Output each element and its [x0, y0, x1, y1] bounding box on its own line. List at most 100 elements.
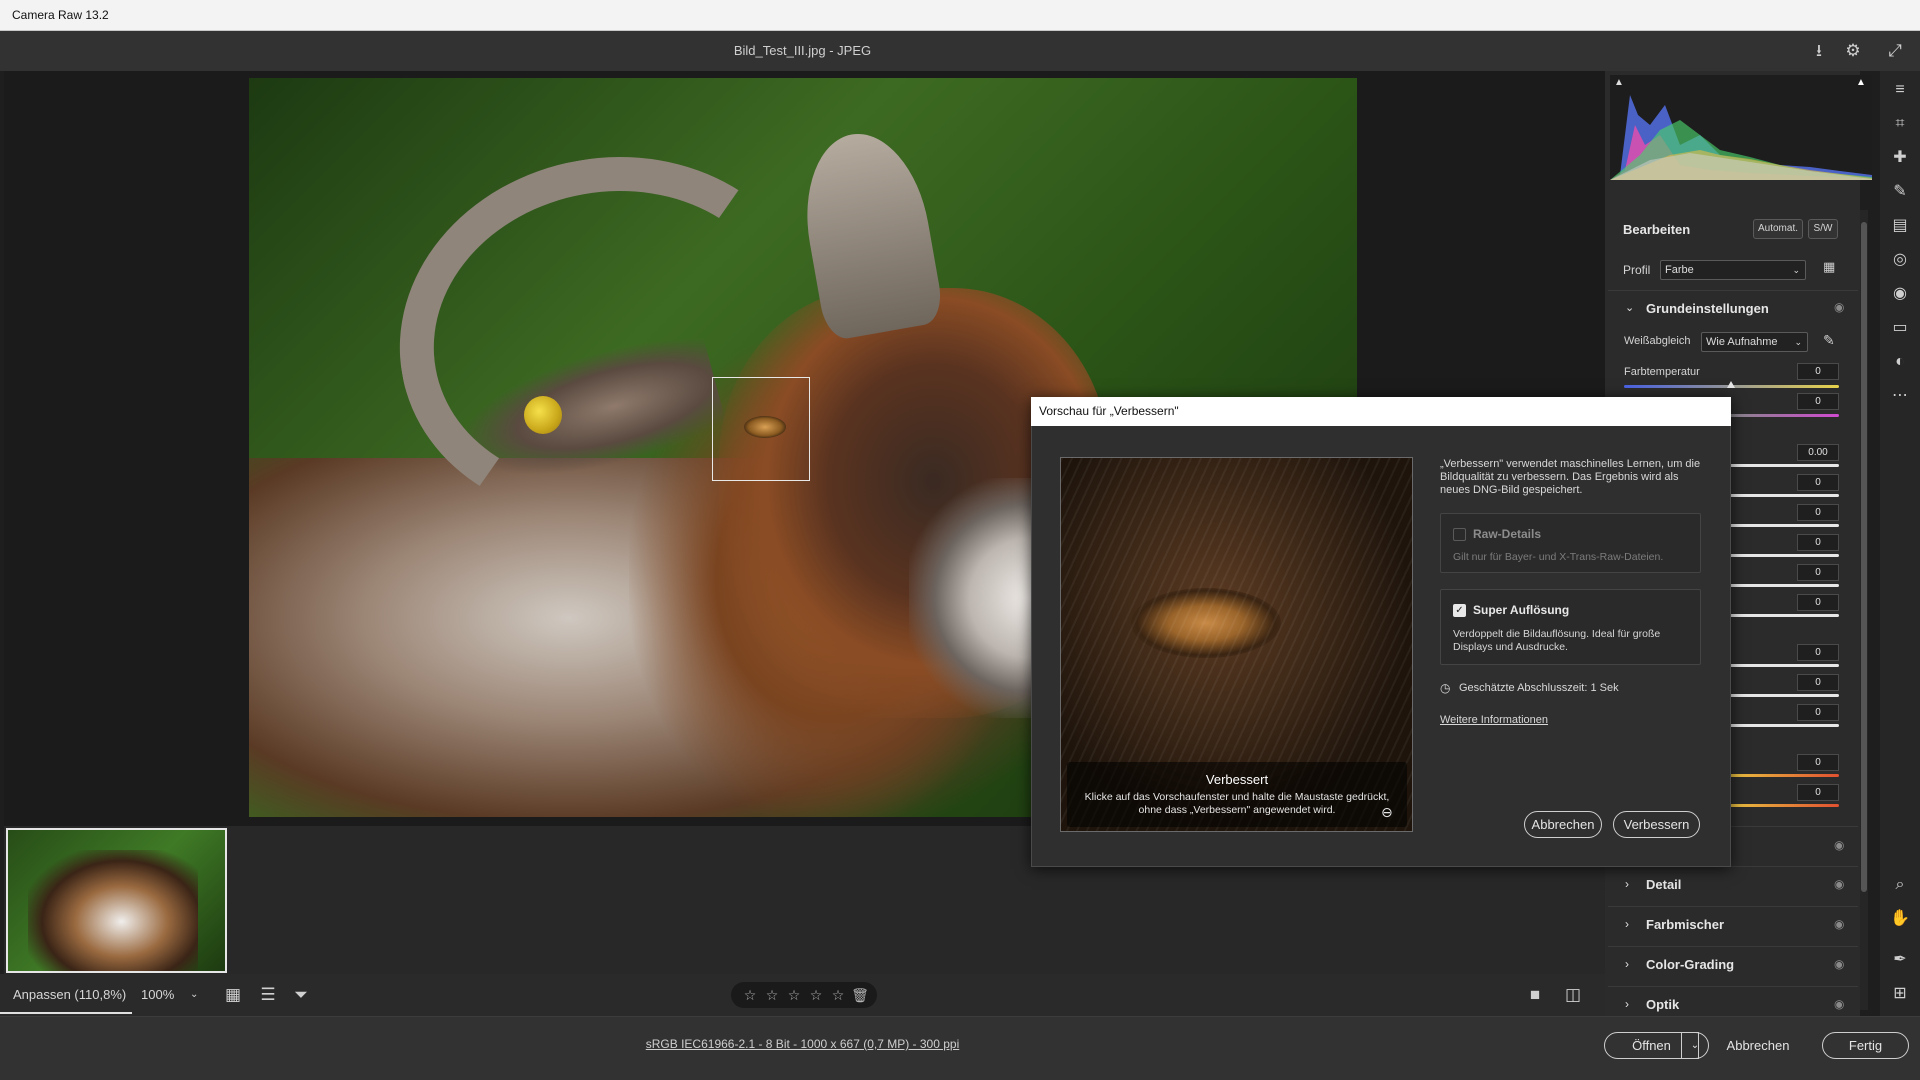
raw-details-title: Raw-Details: [1473, 527, 1542, 541]
save-icon[interactable]: ⭳: [1808, 40, 1830, 62]
blacks-value[interactable]: 0: [1797, 594, 1839, 611]
eye-icon[interactable]: ◉: [1834, 997, 1844, 1011]
eye-icon[interactable]: ◉: [1834, 300, 1844, 314]
zoom-out-icon[interactable]: ⊖: [1381, 804, 1393, 821]
chevron-right-icon[interactable]: ›: [1625, 997, 1629, 1011]
radial-gradient-icon[interactable]: ◎: [1882, 246, 1918, 274]
wb-value: Wie Aufnahme: [1706, 336, 1778, 348]
eyedropper-icon[interactable]: ✎: [1823, 332, 1835, 349]
filmstrip-thumbnail[interactable]: [6, 828, 227, 973]
snapshots-icon[interactable]: ▭: [1882, 314, 1918, 342]
before-after-icon[interactable]: ◫: [1561, 984, 1585, 1006]
hand-icon[interactable]: ✋: [1882, 905, 1918, 933]
dehaze-value[interactable]: 0: [1797, 704, 1839, 721]
file-info-link[interactable]: sRGB IEC61966-2.1 - 8 Bit - 1000 x 667 (…: [0, 1037, 1605, 1051]
more-info-link[interactable]: Weitere Informationen: [1440, 714, 1548, 726]
shadow-clip-icon[interactable]: ▲: [1614, 77, 1624, 88]
highlight-clip-icon[interactable]: ▲: [1856, 77, 1866, 88]
eye-icon[interactable]: ◉: [1834, 957, 1844, 971]
dialog-cancel-button[interactable]: Abbrechen: [1524, 811, 1602, 838]
fullscreen-icon[interactable]: ⤢: [1884, 40, 1906, 62]
eye-icon[interactable]: ◉: [1834, 877, 1844, 891]
eye-icon[interactable]: ◉: [1834, 838, 1844, 852]
super-resolution-checkbox[interactable]: ✓: [1453, 604, 1466, 617]
zoom-icon[interactable]: ⌕: [1882, 871, 1918, 899]
more-icon[interactable]: ⋯: [1882, 382, 1918, 410]
detail-section-title[interactable]: Detail: [1646, 877, 1681, 892]
auto-button[interactable]: Automat.: [1753, 219, 1803, 239]
filter-icon[interactable]: ⏷: [289, 984, 313, 1006]
trash-icon[interactable]: 🗑: [850, 982, 870, 1008]
filmstrip-view-icon[interactable]: ▦: [221, 984, 245, 1006]
chevron-right-icon[interactable]: ›: [1625, 877, 1629, 891]
clarity-value[interactable]: 0: [1797, 674, 1839, 691]
preview-region-box[interactable]: [712, 377, 810, 481]
preview-caption-body: Klicke auf das Vorschaufenster und halte…: [1084, 791, 1390, 816]
star-icon[interactable]: ☆: [828, 982, 848, 1008]
eye-icon[interactable]: ◉: [1834, 917, 1844, 931]
preview-caption: Verbessert Klicke auf das Vorschaufenste…: [1067, 762, 1407, 827]
chevron-right-icon[interactable]: ›: [1625, 957, 1629, 971]
texture-value[interactable]: 0: [1797, 644, 1839, 661]
sort-icon[interactable]: ☰: [256, 984, 280, 1006]
red-eye-icon[interactable]: ◉: [1882, 280, 1918, 308]
wb-select[interactable]: Wie Aufnahme ⌄: [1701, 332, 1808, 352]
chevron-down-icon[interactable]: ⌄: [1681, 1032, 1709, 1059]
shadows-value[interactable]: 0: [1797, 534, 1839, 551]
highlights-value[interactable]: 0: [1797, 504, 1839, 521]
dialog-title: Vorschau für „Verbessern": [1031, 397, 1731, 426]
brush-icon[interactable]: ✎: [1882, 178, 1918, 206]
thumbnail-goat: [28, 850, 198, 971]
raw-details-option: Raw-Details Gilt nur für Bayer- und X-Tr…: [1440, 513, 1701, 573]
color-sampler-icon[interactable]: ✒: [1882, 946, 1918, 974]
star-icon[interactable]: ☆: [762, 982, 782, 1008]
slider-knob[interactable]: [1727, 381, 1735, 388]
single-view-icon[interactable]: ■: [1523, 984, 1547, 1006]
contrast-value[interactable]: 0: [1797, 474, 1839, 491]
chevron-right-icon[interactable]: ›: [1625, 917, 1629, 931]
star-icon[interactable]: ☆: [806, 982, 826, 1008]
tint-value[interactable]: 0: [1797, 393, 1839, 410]
healing-icon[interactable]: ✚: [1882, 144, 1918, 172]
divider: [1608, 906, 1858, 907]
divider: [1608, 946, 1858, 947]
cancel-button[interactable]: Abbrechen: [1718, 1033, 1798, 1058]
dialog-description: „Verbessern" verwendet maschinelles Lern…: [1440, 458, 1701, 496]
basic-section-title[interactable]: Grundeinstellungen: [1646, 301, 1769, 316]
scrollbar-thumb[interactable]: [1861, 222, 1867, 892]
star-icon[interactable]: ☆: [740, 982, 760, 1008]
chevron-down-icon[interactable]: ⌄: [1625, 301, 1634, 314]
star-icon[interactable]: ☆: [784, 982, 804, 1008]
enhance-button[interactable]: Verbessern: [1613, 811, 1700, 838]
profile-browser-icon[interactable]: ▦: [1823, 259, 1835, 275]
vibrance-value[interactable]: 0: [1797, 754, 1839, 771]
temperature-value[interactable]: 0: [1797, 363, 1839, 380]
chevron-down-icon: ⌄: [1792, 265, 1800, 275]
optics-section-title[interactable]: Optik: [1646, 997, 1679, 1012]
raw-details-checkbox[interactable]: [1453, 528, 1466, 541]
profile-select[interactable]: Farbe ⌄: [1660, 260, 1806, 280]
color-mixer-section-title[interactable]: Farbmischer: [1646, 917, 1724, 932]
profile-value: Farbe: [1665, 264, 1694, 276]
wb-label: Weißabgleich: [1624, 335, 1691, 347]
color-grading-section-title[interactable]: Color-Grading: [1646, 957, 1734, 972]
presets-icon[interactable]: ◐: [1882, 348, 1918, 376]
gear-icon[interactable]: ⚙: [1842, 40, 1864, 62]
exposure-value[interactable]: 0.00: [1797, 444, 1839, 461]
super-resolution-option: ✓ Super Auflösung Verdoppelt die Bildauf…: [1440, 589, 1701, 665]
saturation-value[interactable]: 0: [1797, 784, 1839, 801]
super-resolution-desc: Verdoppelt die Bildauflösung. Ideal für …: [1453, 628, 1661, 653]
done-button[interactable]: Fertig: [1822, 1032, 1909, 1059]
rating-stars: ☆ ☆ ☆ ☆ ☆ 🗑: [731, 982, 877, 1008]
linear-gradient-icon[interactable]: ▤: [1882, 212, 1918, 240]
chevron-down-icon[interactable]: ⌄: [190, 974, 198, 1016]
crop-icon[interactable]: ⌗: [1882, 110, 1918, 138]
whites-value[interactable]: 0: [1797, 564, 1839, 581]
zoom-fit-button[interactable]: Anpassen (110,8%): [0, 974, 132, 1014]
raw-details-desc: Gilt nur für Bayer- und X-Trans-Raw-Date…: [1453, 551, 1664, 563]
photo-ear-tag: [524, 396, 562, 434]
grid-icon[interactable]: ⊞: [1882, 980, 1918, 1008]
zoom-level-select[interactable]: 100%: [141, 974, 174, 1016]
edit-sliders-icon[interactable]: ≡: [1882, 76, 1918, 104]
bw-button[interactable]: S/W: [1808, 219, 1838, 239]
